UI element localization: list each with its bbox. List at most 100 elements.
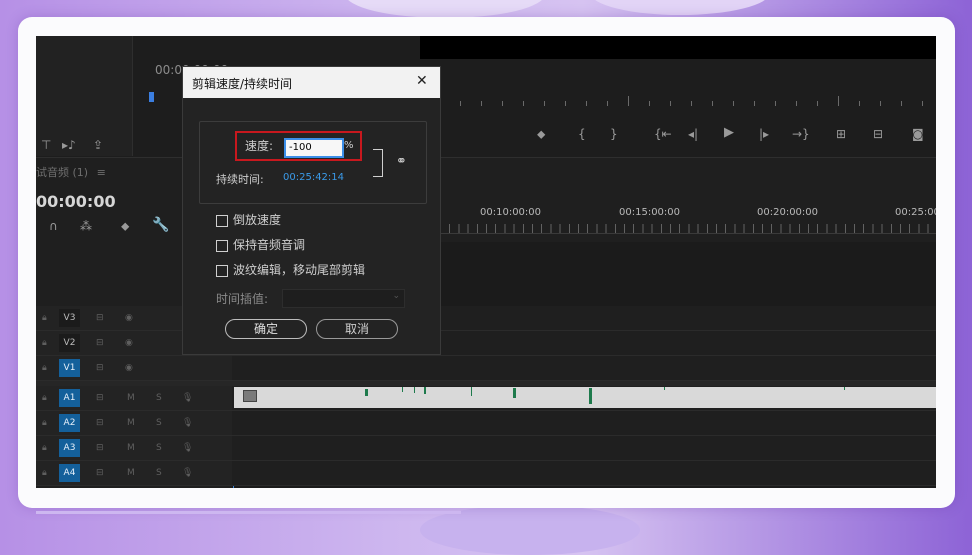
go-to-in-icon[interactable]: {⇤	[654, 128, 672, 140]
monitor-ruler	[439, 96, 936, 106]
mute-button[interactable]: M	[127, 386, 135, 410]
playhead-marker[interactable]	[149, 92, 154, 102]
waveform-peak	[589, 388, 592, 404]
timeline-ruler-ticks	[440, 224, 936, 233]
track-label[interactable]: A4	[59, 464, 80, 482]
insert-icon[interactable]: ▸♪	[62, 139, 76, 151]
go-to-out-icon[interactable]: →}	[792, 128, 810, 140]
timeline-timecode[interactable]: 00:00:00	[36, 192, 116, 211]
track-a3[interactable]: 🔒︎ A3 ⊟ M S 🎙︎	[36, 436, 936, 461]
cancel-button[interactable]: 取消	[316, 319, 398, 339]
sync-icon[interactable]: ⊟	[96, 306, 104, 330]
speed-input[interactable]: -100	[284, 138, 344, 158]
snap-icon[interactable]: ∩	[49, 220, 58, 232]
fx-badge-icon	[243, 390, 257, 402]
bg-blob	[345, 0, 545, 18]
ruler-label: 00:20:00:00	[757, 207, 819, 218]
track-a4[interactable]: 🔒︎ A4 ⊟ M S 🎙︎	[36, 461, 936, 486]
mic-icon[interactable]: 🎙︎	[182, 436, 193, 460]
lock-icon[interactable]: 🔒︎	[42, 331, 47, 355]
track-a2[interactable]: 🔒︎ A2 ⊟ M S 🎙︎	[36, 411, 936, 436]
step-back-icon[interactable]: ◂|	[688, 128, 698, 140]
track-label[interactable]: V1	[59, 359, 80, 377]
track-v2[interactable]: 🔒︎ V2 ⊟ ◉	[36, 331, 936, 356]
waveform-peak	[414, 387, 415, 393]
track-label[interactable]: A2	[59, 414, 80, 432]
premiere-window: 00:00:00:00 ⬥ { } {⇤ ◂| ▶ |▸ →} ⊞ ⊟ ◙ ⊤ …	[36, 36, 936, 488]
filter-icon[interactable]: ⊤	[41, 139, 51, 151]
mute-button[interactable]: M	[127, 436, 135, 460]
maintain-pitch-label: 保持音频音调	[233, 238, 306, 252]
solo-button[interactable]: S	[156, 461, 162, 485]
track-label[interactable]: V2	[59, 334, 80, 352]
sequence-menu-icon[interactable]: ≡	[97, 166, 106, 179]
step-forward-icon[interactable]: |▸	[759, 128, 769, 140]
close-icon[interactable]: ✕	[416, 73, 428, 89]
dialog-titlebar[interactable]: 剪辑速度/持续时间 ✕	[183, 67, 440, 98]
mic-icon[interactable]: 🎙︎	[182, 386, 193, 410]
lift-icon[interactable]: ⊞	[836, 128, 846, 140]
lock-icon[interactable]: 🔒︎	[42, 306, 47, 330]
mute-button[interactable]: M	[127, 411, 135, 435]
maintain-pitch-checkbox[interactable]	[216, 240, 228, 252]
solo-button[interactable]: S	[156, 411, 162, 435]
lock-icon[interactable]: 🔒︎	[42, 411, 47, 435]
waveform-peak	[424, 387, 426, 394]
link-icon[interactable]: ⚭	[396, 154, 407, 169]
reverse-speed-checkbox[interactable]	[216, 215, 228, 227]
waveform-peak	[664, 387, 665, 390]
extract-icon[interactable]: ⊟	[873, 128, 883, 140]
reverse-speed-label: 倒放速度	[233, 213, 282, 227]
ruler-bottom-line	[440, 233, 936, 234]
mic-icon[interactable]: 🎙︎	[182, 461, 193, 485]
mark-in-icon[interactable]: {	[578, 128, 586, 140]
ok-button[interactable]: 确定	[225, 319, 307, 339]
sync-icon[interactable]: ⊟	[96, 386, 104, 410]
sync-icon[interactable]: ⊟	[96, 461, 104, 485]
audio-clip[interactable]	[234, 387, 936, 408]
track-label[interactable]: A1	[59, 389, 80, 407]
track-label[interactable]: V3	[59, 309, 80, 327]
eye-icon[interactable]: ◉	[125, 331, 133, 355]
panel-divider	[132, 36, 133, 156]
play-icon[interactable]: ▶	[724, 126, 734, 139]
mark-out-icon[interactable]: }	[610, 128, 618, 140]
mute-button[interactable]: M	[127, 461, 135, 485]
eye-icon[interactable]: ◉	[125, 306, 133, 330]
solo-button[interactable]: S	[156, 386, 162, 410]
card-underline	[36, 511, 461, 514]
link-bracket	[373, 149, 383, 177]
lock-icon[interactable]: 🔒︎	[42, 461, 47, 485]
interpolation-select[interactable]: ⌄	[282, 289, 405, 308]
linked-selection-icon[interactable]: ⁂	[80, 220, 92, 232]
track-v3[interactable]: 🔒︎ V3 ⊟ ◉	[36, 306, 936, 331]
ripple-edit-label: 波纹编辑，移动尾部剪辑	[233, 263, 366, 277]
camera-icon[interactable]: ◙	[912, 128, 924, 140]
waveform-peak	[471, 387, 472, 396]
sync-icon[interactable]: ⊟	[96, 331, 104, 355]
program-monitor-viewer	[420, 36, 936, 59]
sequence-tab[interactable]: 试音频 (1) ≡	[36, 164, 106, 180]
speed-label: 速度:	[245, 139, 274, 153]
interpolation-label: 时间插值:	[216, 292, 269, 306]
ripple-edit-checkbox[interactable]	[216, 265, 228, 277]
add-marker-icon[interactable]: ⬥	[121, 220, 129, 232]
solo-button[interactable]: S	[156, 436, 162, 460]
duration-value[interactable]: 00:25:42:14	[283, 172, 344, 183]
sync-icon[interactable]: ⊟	[96, 411, 104, 435]
lock-icon[interactable]: 🔒︎	[42, 386, 47, 410]
dialog-title: 剪辑速度/持续时间	[192, 77, 293, 91]
lock-icon[interactable]: 🔒︎	[42, 436, 47, 460]
waveform-peak	[402, 387, 403, 392]
mic-icon[interactable]: 🎙︎	[182, 411, 193, 435]
track-label[interactable]: A3	[59, 439, 80, 457]
export-icon[interactable]: ⇪	[93, 139, 103, 151]
lock-icon[interactable]: 🔒︎	[42, 356, 47, 380]
wrench-icon[interactable]: 🔧	[152, 218, 169, 232]
track-v1[interactable]: 🔒︎ V1 ⊟ ◉	[36, 356, 936, 381]
eye-icon[interactable]: ◉	[125, 356, 133, 380]
sync-icon[interactable]: ⊟	[96, 436, 104, 460]
add-marker-icon[interactable]: ⬥	[537, 128, 545, 140]
sync-icon[interactable]: ⊟	[96, 356, 104, 380]
bg-blob	[590, 0, 770, 15]
